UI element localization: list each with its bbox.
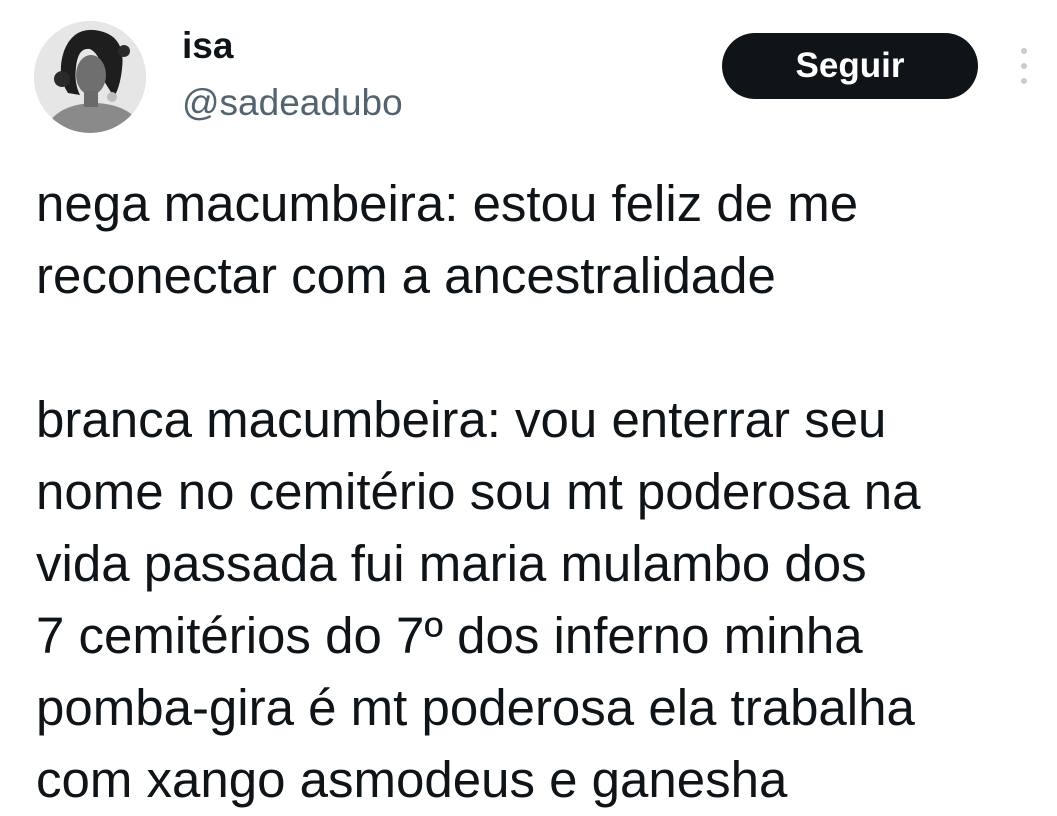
avatar[interactable] <box>34 21 146 133</box>
more-dot <box>1021 78 1027 84</box>
display-name[interactable]: isa <box>182 24 403 68</box>
follow-button[interactable]: Seguir <box>722 33 978 99</box>
more-options-icon[interactable] <box>1013 48 1035 84</box>
tweet-text-line: pomba-gira é mt poderosa ela trabalha <box>36 679 915 736</box>
tweet-text-line: 7 cemitérios do 7º dos inferno minha <box>36 607 863 664</box>
tweet-text-line: vida passada fui maria mulambo dos <box>36 535 867 592</box>
user-handle[interactable]: @sadeadubo <box>182 81 403 125</box>
tweet-card: isa @sadeadubo Seguir nega macumbeira: e… <box>0 0 1057 808</box>
paragraph-break <box>36 312 1051 384</box>
more-dot <box>1021 63 1027 69</box>
tweet-text: nega macumbeira: estou feliz de me recon… <box>36 168 1051 816</box>
tweet-text-line: reconectar com a ancestralidade <box>36 247 776 304</box>
tweet-text-line: com xango asmodeus e ganesha <box>36 751 788 808</box>
avatar-image <box>34 21 146 133</box>
tweet-text-line: nega macumbeira: estou feliz de me <box>36 175 859 232</box>
more-dot <box>1021 48 1027 54</box>
tweet-text-line: nome no cemitério sou mt poderosa na <box>36 463 921 520</box>
user-info: isa @sadeadubo <box>182 24 403 125</box>
tweet-text-line: branca macumbeira: vou enterrar seu <box>36 391 887 448</box>
